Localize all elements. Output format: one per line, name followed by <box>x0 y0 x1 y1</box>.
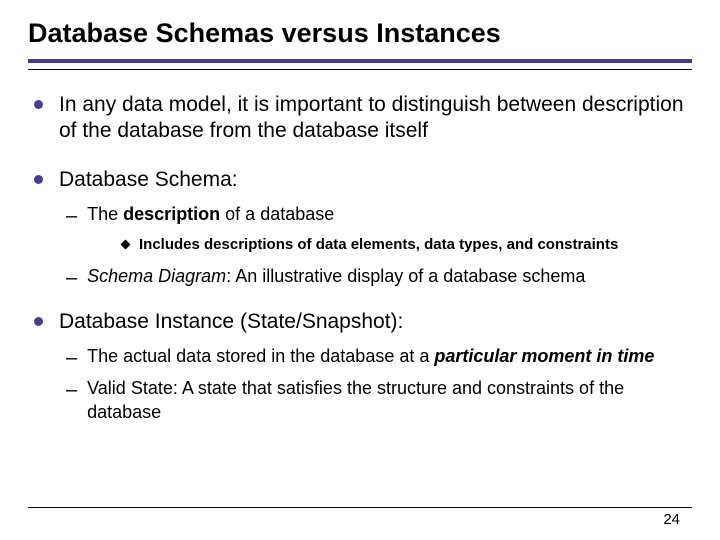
bullet-text: Valid State: A state that satisfies the … <box>87 377 686 424</box>
page-number: 24 <box>663 511 680 528</box>
bullet-level2: – The description of a database <box>60 203 686 229</box>
bullet-text: Includes descriptions of data elements, … <box>139 235 618 255</box>
bullet-text: Schema Diagram: An illustrative display … <box>87 265 585 288</box>
bullet-icon <box>34 317 43 326</box>
bullet-level2: – Valid State: A state that satisfies th… <box>60 377 686 424</box>
bullet-icon <box>34 175 43 184</box>
footer-rule <box>28 507 692 508</box>
bullet-level2: – The actual data stored in the database… <box>60 345 686 371</box>
bullet-text: The actual data stored in the database a… <box>87 345 654 368</box>
dash-icon: – <box>66 203 77 229</box>
bullet-icon <box>34 100 43 109</box>
bullet-level2: – Schema Diagram: An illustrative displa… <box>60 265 686 291</box>
title-thin-rule <box>28 69 692 70</box>
slide-title: Database Schemas versus Instances <box>28 18 692 49</box>
dash-icon: – <box>66 345 77 371</box>
dash-icon: – <box>66 377 77 403</box>
bullet-text: Database Instance (State/Snapshot): <box>59 309 403 335</box>
slide-content: In any data model, it is important to di… <box>28 92 692 424</box>
bullet-text: In any data model, it is important to di… <box>59 92 686 145</box>
bullet-level3: Includes descriptions of data elements, … <box>122 235 686 255</box>
dash-icon: – <box>66 265 77 291</box>
bullet-text: Database Schema: <box>59 167 238 193</box>
bullet-text: The description of a database <box>87 203 334 226</box>
bullet-level1: Database Instance (State/Snapshot): <box>34 309 686 335</box>
diamond-icon <box>121 240 131 250</box>
bullet-level1: In any data model, it is important to di… <box>34 92 686 145</box>
title-rule <box>28 59 692 63</box>
bullet-level1: Database Schema: <box>34 167 686 193</box>
